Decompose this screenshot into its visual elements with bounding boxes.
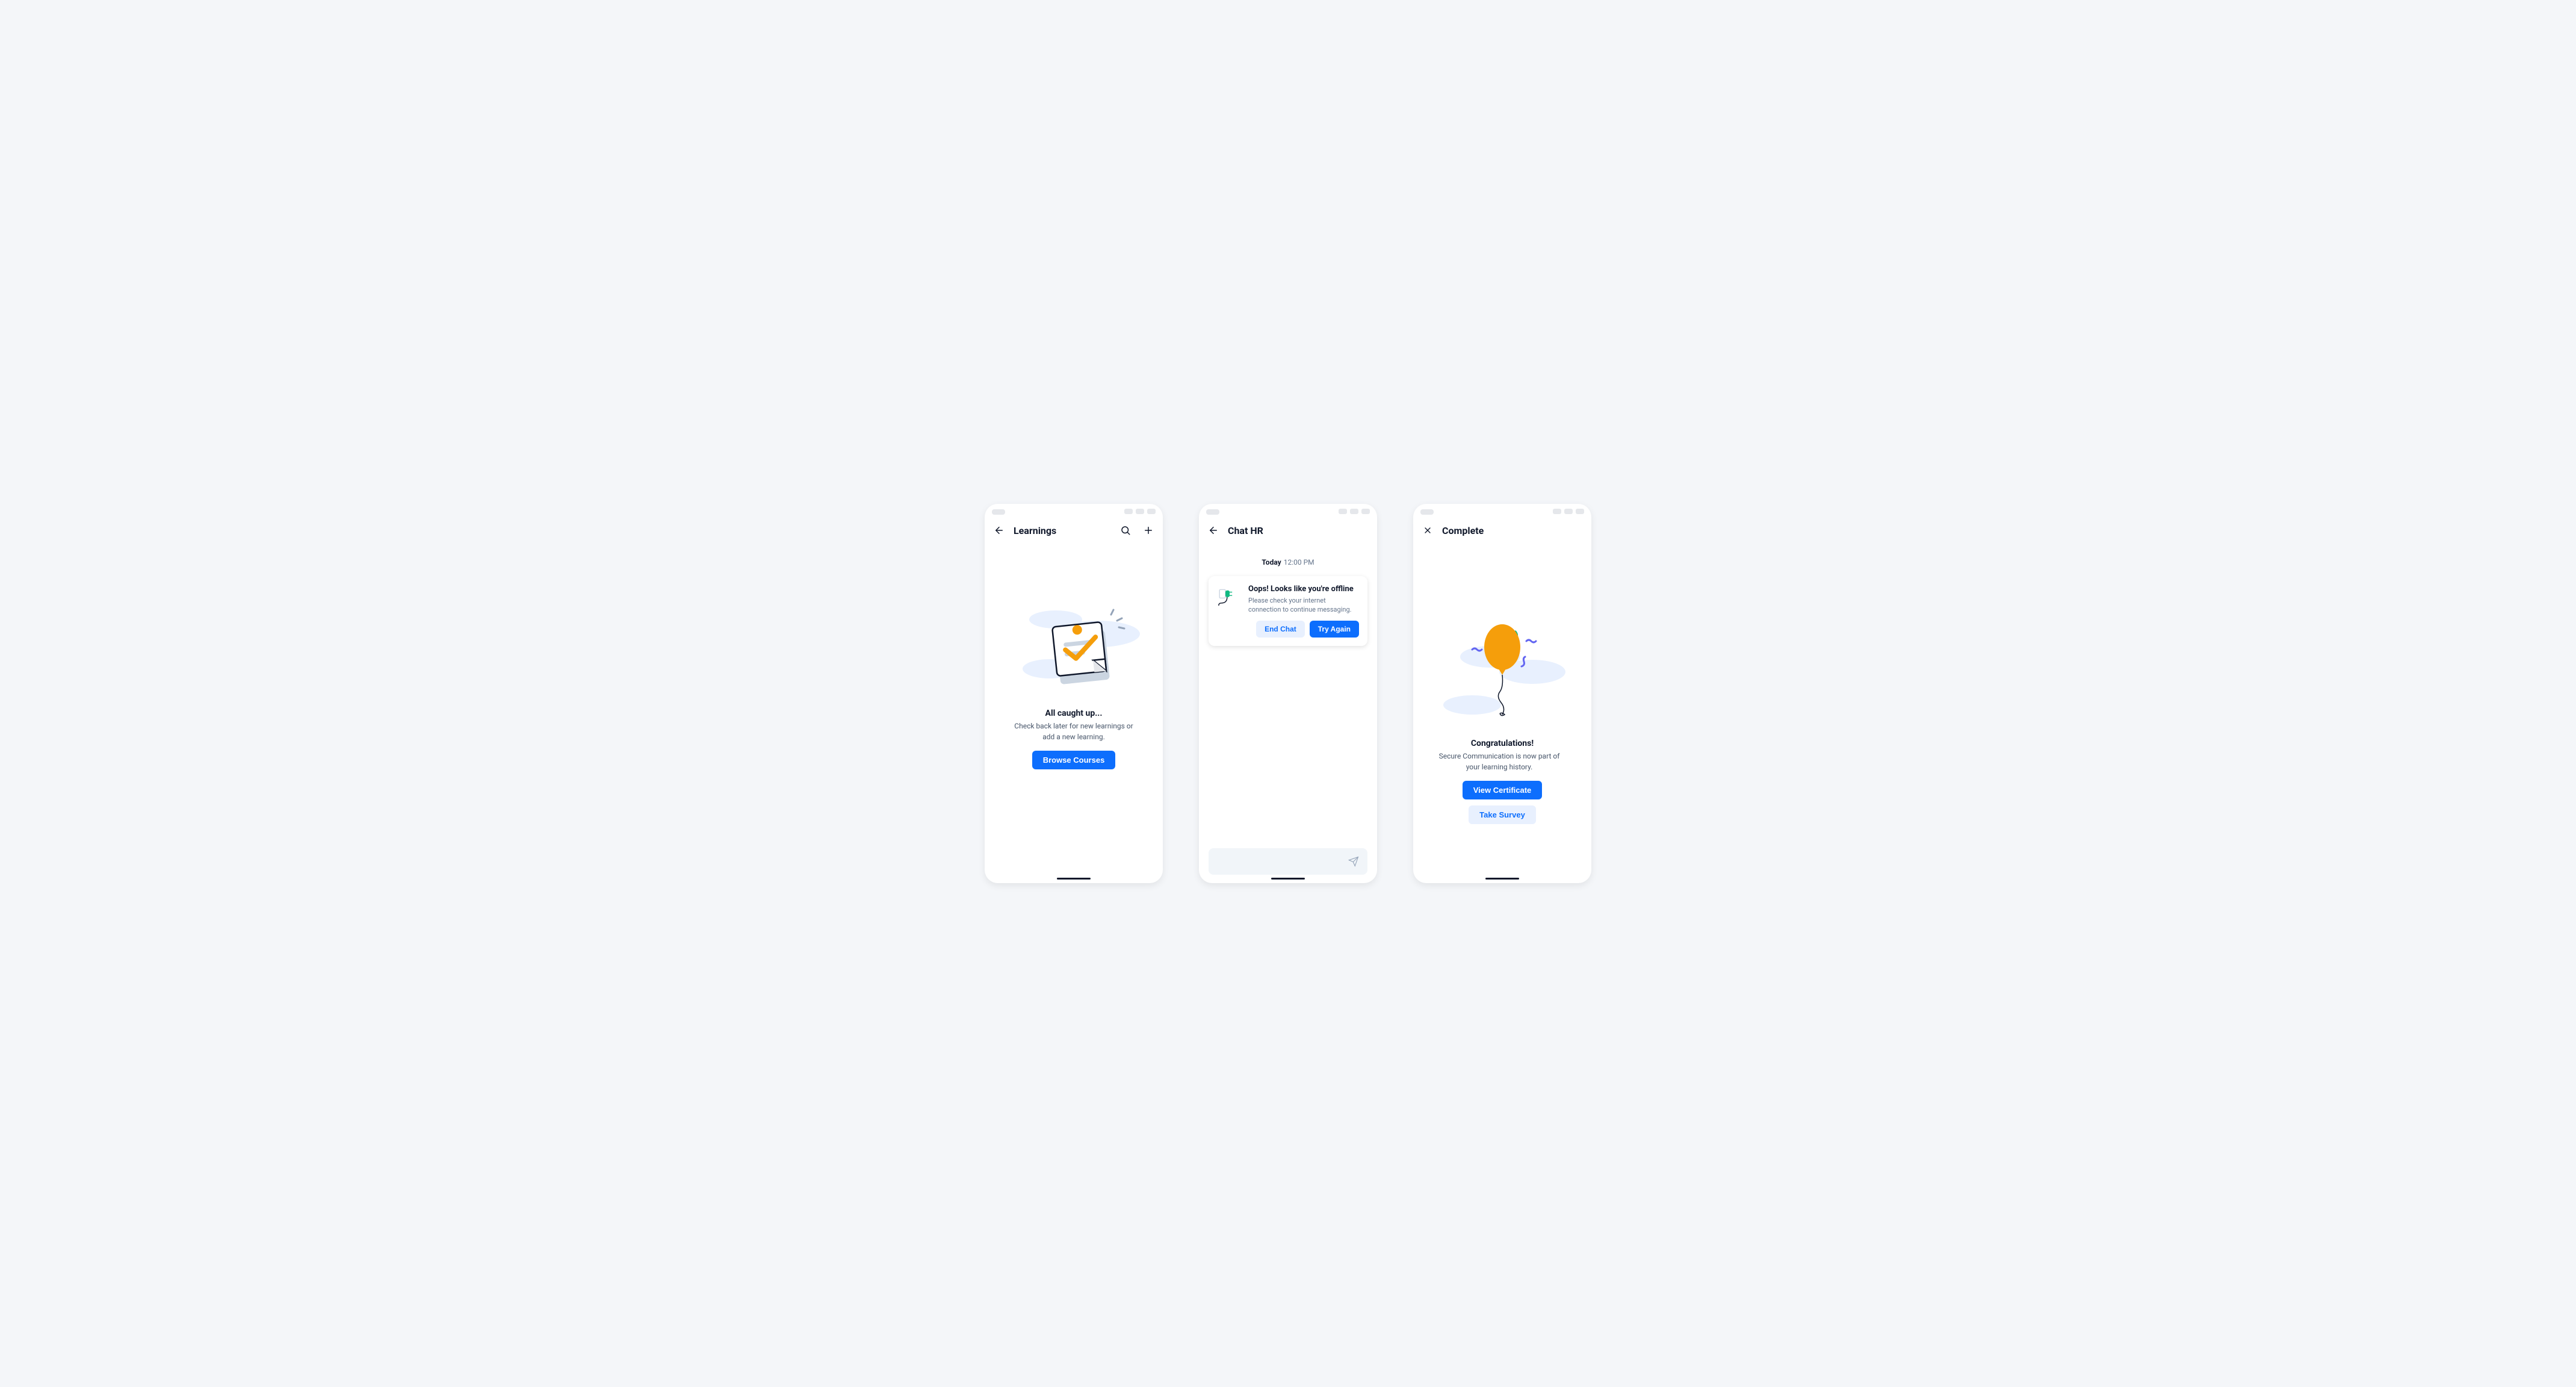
appbar: Complete <box>1413 516 1591 542</box>
offline-alert-card: Oops! Looks like you're offline Please c… <box>1209 576 1367 646</box>
complete-screen: Complete <box>1413 504 1591 883</box>
empty-state: All caught up... Check back later for ne… <box>1008 597 1140 769</box>
congrats-title: Congratulations! <box>1436 739 1568 748</box>
close-button[interactable] <box>1422 524 1434 536</box>
statusbar <box>985 504 1163 516</box>
congrats-description: Secure Communication is now part of your… <box>1436 751 1562 772</box>
back-button[interactable] <box>993 524 1005 536</box>
learnings-screen: Learnings <box>985 504 1163 883</box>
page-title: Chat HR <box>1228 525 1369 536</box>
end-chat-button[interactable]: End Chat <box>1256 621 1305 638</box>
close-icon <box>1423 526 1432 535</box>
statusbar <box>1413 504 1591 516</box>
take-survey-button[interactable]: Take Survey <box>1469 805 1536 824</box>
congrats-state: Congratulations! Secure Communication is… <box>1436 609 1568 824</box>
view-certificate-button[interactable]: View Certificate <box>1463 781 1543 799</box>
search-button[interactable] <box>1119 524 1132 536</box>
home-indicator <box>1271 878 1305 880</box>
add-button[interactable] <box>1142 524 1154 536</box>
page-title: Complete <box>1442 525 1583 536</box>
balloon-illustration <box>1436 609 1568 729</box>
appbar: Chat HR <box>1199 516 1377 542</box>
chat-time-label: 12:00 PM <box>1284 558 1314 566</box>
arrow-left-icon <box>1208 525 1219 536</box>
offline-title: Oops! Looks like you're offline <box>1248 585 1359 594</box>
empty-description: Check back later for new learnings or ad… <box>1011 721 1137 742</box>
empty-title: All caught up... <box>1045 709 1103 718</box>
send-icon <box>1348 856 1359 867</box>
statusbar <box>1199 504 1377 516</box>
plus-icon <box>1143 525 1154 536</box>
home-indicator <box>1485 878 1519 880</box>
arrow-left-icon <box>994 525 1005 536</box>
chat-day-label: Today <box>1262 558 1281 566</box>
unplugged-icon <box>1217 585 1242 610</box>
chat-timestamp: Today12:00 PM <box>1262 558 1314 566</box>
home-indicator <box>1057 878 1091 880</box>
note-checkmark-illustration <box>1008 597 1140 699</box>
chat-input-bar[interactable] <box>1209 848 1367 875</box>
chat-screen: Chat HR Today12:00 PM Oops! Looks like y… <box>1199 504 1377 883</box>
page-title: Learnings <box>1014 525 1111 536</box>
back-button[interactable] <box>1207 524 1219 536</box>
appbar: Learnings <box>985 516 1163 542</box>
browse-courses-button[interactable]: Browse Courses <box>1032 751 1116 769</box>
search-icon <box>1120 525 1131 536</box>
try-again-button[interactable]: Try Again <box>1310 621 1359 638</box>
offline-description: Please check your internet connection to… <box>1248 596 1359 615</box>
